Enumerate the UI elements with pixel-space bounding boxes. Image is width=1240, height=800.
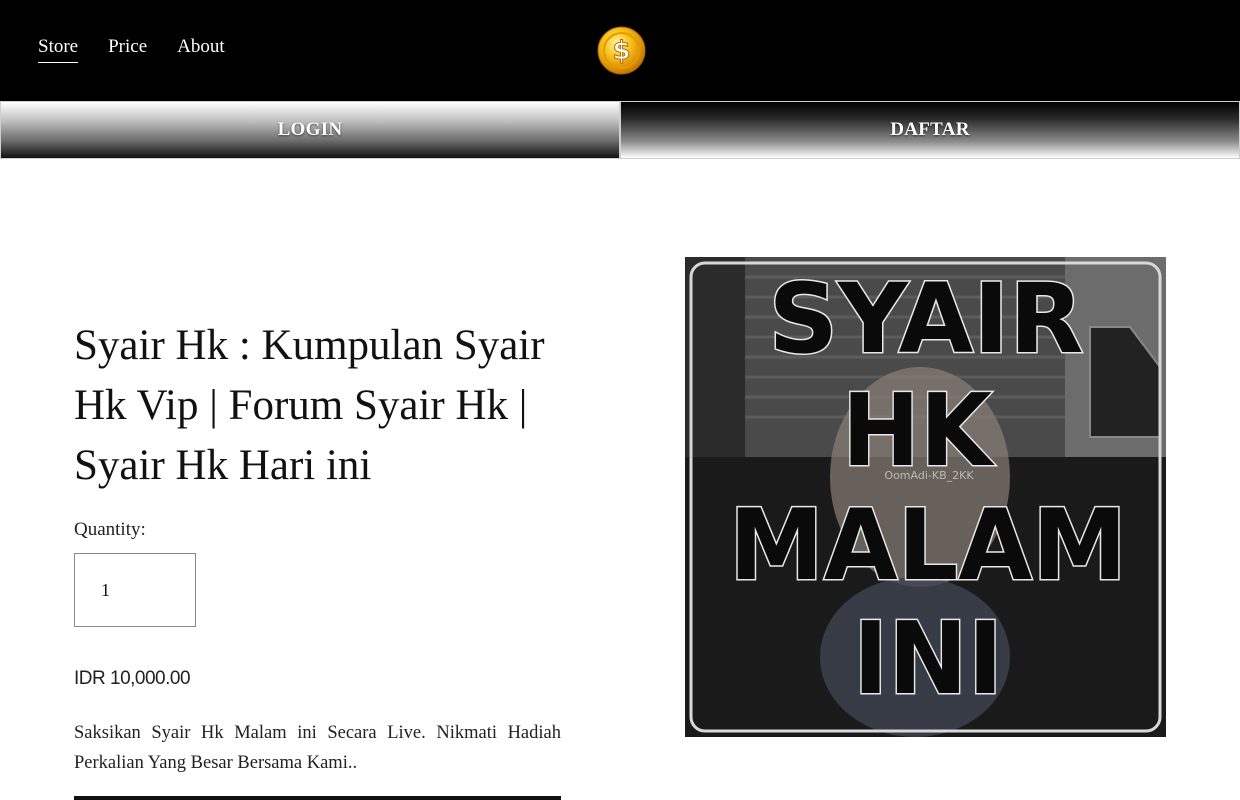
quantity-label: Quantity:	[74, 519, 146, 540]
daftar-button[interactable]: DAFTAR	[620, 101, 1240, 159]
nav-about-link[interactable]: About	[177, 36, 225, 63]
image-line-4: INI	[853, 600, 1003, 717]
quantity-input[interactable]	[74, 553, 196, 627]
product-description: Saksikan Syair Hk Malam ini Secara Live.…	[74, 723, 561, 773]
auth-bar: LOGIN DAFTAR	[0, 101, 1240, 159]
nav-price-link[interactable]: Price	[108, 36, 147, 63]
image-line-3: MALAM	[729, 489, 1127, 603]
main-nav: Store Price About	[38, 36, 225, 63]
site-header: Store Price About $	[0, 0, 1240, 101]
gold-dollar-coin-icon[interactable]: $	[597, 26, 646, 75]
image-line-2: HK	[842, 372, 995, 489]
product-image: OomAdi-KB_2KK SYAIR HK MALAM INI	[685, 257, 1166, 737]
image-line-1: SYAIR	[769, 263, 1084, 375]
login-button[interactable]: LOGIN	[0, 101, 620, 159]
svg-text:$: $	[612, 36, 630, 66]
add-to-cart-button[interactable]	[74, 796, 561, 800]
product-title: Syair Hk : Kumpulan Syair Hk Vip | Forum…	[74, 322, 545, 489]
product-price: IDR 10,000.00	[74, 668, 191, 689]
nav-store-link[interactable]: Store	[38, 36, 79, 63]
